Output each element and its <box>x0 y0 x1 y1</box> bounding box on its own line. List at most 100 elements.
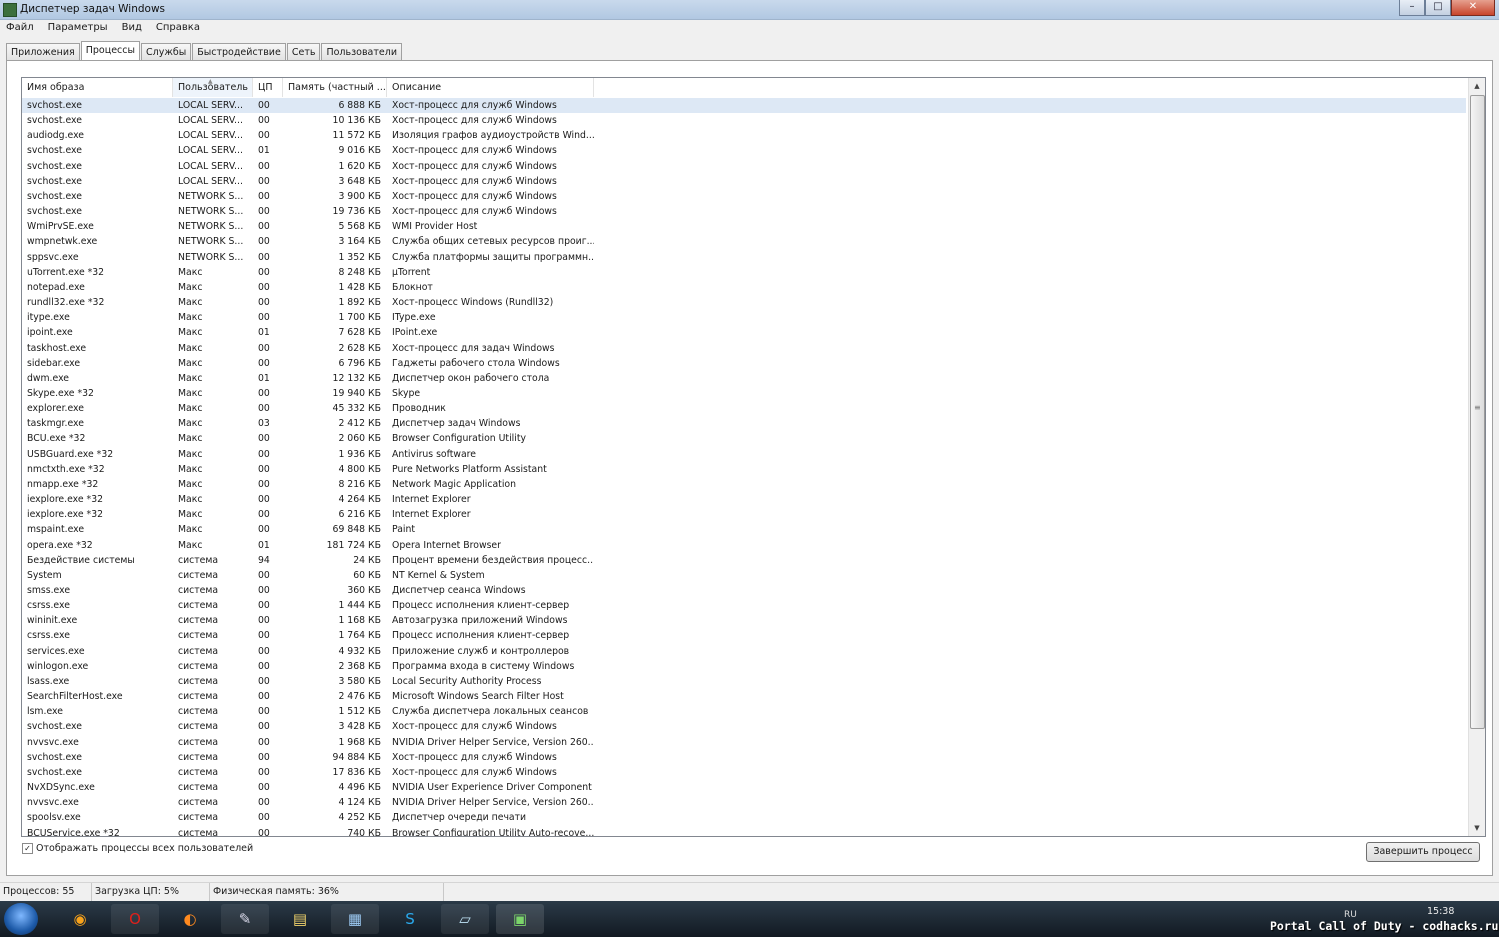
tab-applications[interactable]: Приложения <box>6 43 80 61</box>
row-image-name: spoolsv.exe <box>27 812 81 824</box>
table-row[interactable]: sidebar.exe Макс 00 6 796 КБ Гаджеты рабочег… <box>22 356 1466 371</box>
end-process-button[interactable]: Завершить процесс <box>1366 842 1480 862</box>
table-row[interactable]: opera.exe *32 Макс 01 181 724 КБ Opera Inter… <box>22 538 1466 553</box>
table-row[interactable]: lsm.exe система 00 1 512 КБ Служба диспетчер… <box>22 704 1466 719</box>
table-row[interactable]: svchost.exe NETWORK S... 00 19 736 КБ Хост-п… <box>22 204 1466 219</box>
table-row[interactable]: System система 00 60 КБ NT Kernel & System <box>22 568 1466 583</box>
checkbox-check-icon[interactable]: ✓ <box>22 843 33 854</box>
table-row[interactable]: USBGuard.exe *32 Макс 00 1 936 КБ Antivirus … <box>22 447 1466 462</box>
table-row[interactable]: iexplore.exe *32 Макс 00 6 216 КБ Internet E… <box>22 507 1466 522</box>
tab-performance[interactable]: Быстродействие <box>192 43 286 61</box>
table-row[interactable]: svchost.exe система 00 94 884 КБ Хост-процес… <box>22 750 1466 765</box>
table-row[interactable]: notepad.exe Макс 00 1 428 КБ Блокнот <box>22 280 1466 295</box>
row-image-name: winlogon.exe <box>27 660 89 672</box>
row-user: Макс <box>178 357 203 369</box>
table-row[interactable]: svchost.exe LOCAL SERV... 01 9 016 КБ Хост-п… <box>22 143 1466 158</box>
network-icon[interactable]: ▦ <box>331 904 379 934</box>
player-icon[interactable]: ◉ <box>56 904 104 934</box>
table-row[interactable]: services.exe система 00 4 932 КБ Приложение … <box>22 644 1466 659</box>
menu-view[interactable]: Вид <box>116 20 147 33</box>
opera-icon[interactable]: O <box>111 904 159 934</box>
table-row[interactable]: NvXDSync.exe система 00 4 496 КБ NVIDIA User… <box>22 780 1466 795</box>
table-row[interactable]: svchost.exe LOCAL SERV... 00 10 136 КБ Хост-… <box>22 113 1466 128</box>
explorer-icon[interactable]: ▤ <box>276 904 324 934</box>
table-row[interactable]: lsass.exe система 00 3 580 КБ Local Security… <box>22 674 1466 689</box>
table-row[interactable]: dwm.exe Макс 01 12 132 КБ Диспетчер окон раб… <box>22 371 1466 386</box>
table-row[interactable]: Бездействие системы система 94 24 КБ Процент… <box>22 553 1466 568</box>
process-list[interactable]: Имя образа ▲ Пользователь ЦП Память (част… <box>21 77 1486 837</box>
table-row[interactable]: sppsvc.exe NETWORK S... 00 1 352 КБ Служба п… <box>22 250 1466 265</box>
table-row[interactable]: ipoint.exe Макс 01 7 628 КБ IPoint.exe <box>22 325 1466 340</box>
table-row[interactable]: taskhost.exe Макс 00 2 628 КБ Хост-процесс д… <box>22 341 1466 356</box>
vertical-scrollbar[interactable]: ▲ ≡ ▼ <box>1468 78 1485 836</box>
tab-processes[interactable]: Процессы <box>80 41 140 62</box>
table-row[interactable]: audiodg.exe LOCAL SERV... 00 11 572 КБ Изоля… <box>22 128 1466 143</box>
table-row[interactable]: iexplore.exe *32 Макс 00 4 264 КБ Internet E… <box>22 492 1466 507</box>
column-user[interactable]: ▲ Пользователь <box>173 78 253 97</box>
row-image-name: services.exe <box>27 645 85 657</box>
scroll-up-icon[interactable]: ▲ <box>1469 78 1485 94</box>
row-description: Процесс исполнения клиент-сервер <box>392 630 570 642</box>
table-row[interactable]: nvvsvc.exe система 00 1 968 КБ NVIDIA Driver… <box>22 735 1466 750</box>
row-memory: 4 264 КБ <box>338 494 381 506</box>
row-cpu: 00 <box>258 100 270 111</box>
table-row[interactable]: spoolsv.exe система 00 4 252 КБ Диспетчер оч… <box>22 810 1466 825</box>
table-row[interactable]: rundll32.exe *32 Макс 00 1 892 КБ Хост-проце… <box>22 295 1466 310</box>
table-row[interactable]: svchost.exe система 00 3 428 КБ Хост-процесс… <box>22 719 1466 734</box>
close-button[interactable]: ✕ <box>1451 0 1495 16</box>
paint-icon[interactable]: ✎ <box>221 904 269 934</box>
table-row[interactable]: nmctxth.exe *32 Макс 00 4 800 КБ Pure Networ… <box>22 462 1466 477</box>
table-row[interactable]: wininit.exe система 00 1 168 КБ Автозагрузка… <box>22 613 1466 628</box>
table-row[interactable]: mspaint.exe Макс 00 69 848 КБ Paint <box>22 522 1466 537</box>
column-cpu[interactable]: ЦП <box>253 78 283 97</box>
scroll-down-icon[interactable]: ▼ <box>1469 820 1485 836</box>
table-row[interactable]: nmapp.exe *32 Макс 00 8 216 КБ Network Magic… <box>22 477 1466 492</box>
table-row[interactable]: svchost.exe NETWORK S... 00 3 900 КБ Хост-пр… <box>22 189 1466 204</box>
table-row[interactable]: SearchFilterHost.exe система 00 2 476 КБ Mic… <box>22 689 1466 704</box>
table-row[interactable]: svchost.exe LOCAL SERV... 00 6 888 КБ Хост-п… <box>22 98 1466 114</box>
menu-options[interactable]: Параметры <box>42 20 113 33</box>
table-row[interactable]: svchost.exe LOCAL SERV... 00 3 648 КБ Хост-п… <box>22 174 1466 189</box>
row-cpu: 00 <box>258 782 270 794</box>
tab-services[interactable]: Службы <box>141 43 192 61</box>
maximize-button[interactable]: □ <box>1425 0 1451 16</box>
minimize-button[interactable]: – <box>1399 0 1425 16</box>
start-button[interactable] <box>4 903 38 935</box>
column-image-name[interactable]: Имя образа <box>22 78 173 97</box>
row-cpu: 00 <box>258 660 270 672</box>
notepad-icon[interactable]: ▱ <box>441 904 489 934</box>
table-row[interactable]: csrss.exe система 00 1 444 КБ Процесс исполн… <box>22 598 1466 613</box>
row-cpu: 03 <box>258 418 270 430</box>
row-description: NVIDIA User Experience Driver Component <box>392 782 592 794</box>
table-row[interactable]: itype.exe Макс 00 1 700 КБ IType.exe <box>22 310 1466 325</box>
table-row[interactable]: explorer.exe Макс 00 45 332 КБ Проводник <box>22 401 1466 416</box>
table-row[interactable]: wmpnetwk.exe NETWORK S... 00 3 164 КБ Служба… <box>22 234 1466 249</box>
firefox-icon[interactable]: ◐ <box>166 904 214 934</box>
skype-icon[interactable]: S <box>386 904 434 934</box>
table-row[interactable]: uTorrent.exe *32 Макс 00 8 248 КБ µTorrent <box>22 265 1466 280</box>
table-row[interactable]: winlogon.exe система 00 2 368 КБ Программа в… <box>22 659 1466 674</box>
taskmgr-icon[interactable]: ▣ <box>496 904 544 934</box>
table-row[interactable]: smss.exe система 00 360 КБ Диспетчер сеанса … <box>22 583 1466 598</box>
tab-users[interactable]: Пользователи <box>321 43 403 61</box>
table-row[interactable]: taskmgr.exe Макс 03 2 412 КБ Диспетчер задач… <box>22 416 1466 431</box>
table-row[interactable]: Skype.exe *32 Макс 00 19 940 КБ Skype <box>22 386 1466 401</box>
table-row[interactable]: svchost.exe LOCAL SERV... 00 1 620 КБ Хост-п… <box>22 159 1466 174</box>
column-memory[interactable]: Память (частный ... <box>283 78 387 97</box>
show-all-users-label: Отображать процессы всех пользователей <box>36 843 254 854</box>
scroll-thumb[interactable]: ≡ <box>1470 95 1485 729</box>
table-row[interactable]: nvvsvc.exe система 00 4 124 КБ NVIDIA Driver… <box>22 795 1466 810</box>
clock[interactable]: 15:38 <box>1427 906 1454 917</box>
column-description[interactable]: Описание <box>387 78 594 97</box>
table-row[interactable]: BCU.exe *32 Макс 00 2 060 КБ Browser Configu… <box>22 431 1466 446</box>
tab-network[interactable]: Сеть <box>286 43 321 61</box>
row-cpu: 00 <box>258 387 270 399</box>
table-row[interactable]: BCUService.exe *32 система 00 740 КБ Browser… <box>22 826 1466 837</box>
show-all-users-checkbox[interactable]: ✓ Отображать процессы всех пользователей <box>22 843 253 854</box>
table-row[interactable]: csrss.exe система 00 1 764 КБ Процесс исполн… <box>22 628 1466 643</box>
menu-file[interactable]: Файл <box>0 20 39 33</box>
row-description: Opera Internet Browser <box>392 539 501 551</box>
table-row[interactable]: WmiPrvSE.exe NETWORK S... 00 5 568 КБ WMI Pr… <box>22 219 1466 234</box>
menu-help[interactable]: Справка <box>150 20 205 33</box>
table-row[interactable]: svchost.exe система 00 17 836 КБ Хост-процес… <box>22 765 1466 780</box>
